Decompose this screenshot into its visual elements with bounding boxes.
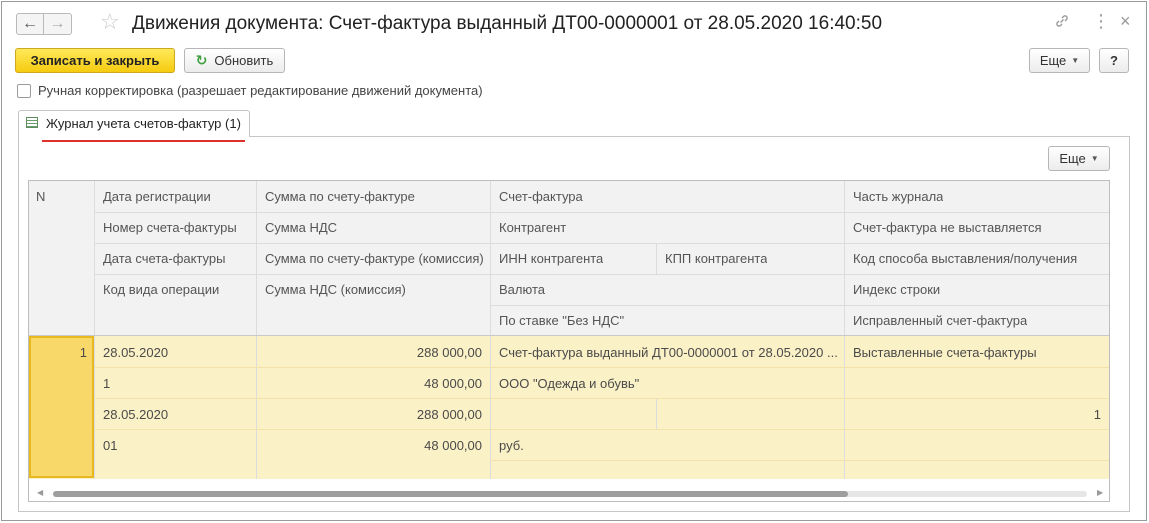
refresh-button[interactable]: ↻ Обновить	[184, 48, 285, 73]
scroll-left-icon[interactable]: ◀	[37, 488, 43, 497]
cell-invoice[interactable]: Счет-фактура выданный ДТ00-0000001 от 28…	[499, 345, 839, 360]
cell-registration-date[interactable]: 28.05.2020	[103, 345, 168, 360]
tab-active-underline	[42, 140, 245, 142]
header-invoice-date[interactable]: Дата счета-фактуры	[103, 251, 225, 266]
tab-label: Журнал учета счетов-фактур (1)	[46, 116, 241, 131]
header-line-index[interactable]: Индекс строки	[853, 282, 940, 297]
arrow-right-icon: →	[49, 15, 66, 32]
cell-counterparty[interactable]: ООО "Одежда и обувь"	[499, 376, 639, 391]
header-not-issued[interactable]: Счет-фактура не выставляется	[853, 220, 1042, 235]
tab-invoice-journal[interactable]: Журнал учета счетов-фактур (1)	[18, 110, 250, 137]
chevron-down-icon: ▼	[1090, 154, 1099, 163]
refresh-label: Обновить	[214, 53, 274, 68]
header-corrected-invoice[interactable]: Исправленный счет-фактура	[853, 313, 1027, 328]
close-icon[interactable]: ×	[1120, 11, 1131, 32]
cell-currency[interactable]: руб.	[499, 438, 524, 453]
cell-n[interactable]: 1	[29, 345, 87, 360]
title-bar: ← → ☆ Движения документа: Счет-фактура в…	[2, 2, 1146, 44]
cell-invoice-number[interactable]: 1	[103, 376, 110, 391]
header-issue-method-code[interactable]: Код способа выставления/получения	[853, 251, 1077, 266]
refresh-icon: ↻	[195, 52, 208, 68]
link-icon[interactable]	[1054, 13, 1070, 34]
table-more-menu-button[interactable]: Еще ▼	[1048, 146, 1110, 171]
header-journal-part[interactable]: Часть журнала	[853, 189, 943, 204]
more-menu-button[interactable]: Еще ▼	[1029, 48, 1090, 73]
cell-invoice-date[interactable]: 28.05.2020	[103, 407, 168, 422]
window-title: Движения документа: Счет-фактура выданны…	[132, 13, 883, 34]
forward-button[interactable]: →	[44, 13, 72, 35]
back-button[interactable]: ←	[16, 13, 44, 35]
header-vat-sum[interactable]: Сумма НДС	[265, 220, 337, 235]
header-operation-code[interactable]: Код вида операции	[103, 282, 219, 297]
favorite-star-icon[interactable]: ☆	[100, 9, 120, 35]
manual-edit-label[interactable]: Ручная корректировка (разрешает редактир…	[38, 83, 483, 98]
header-counterparty[interactable]: Контрагент	[499, 220, 566, 235]
header-invoice-number[interactable]: Номер счета-фактуры	[103, 220, 237, 235]
header-n[interactable]: N	[36, 189, 45, 204]
more-label: Еще	[1059, 151, 1086, 166]
journal-table[interactable]: N Дата регистрации Номер счета-фактуры Д…	[28, 180, 1110, 502]
header-currency[interactable]: Валюта	[499, 282, 545, 297]
header-invoice[interactable]: Счет-фактура	[499, 189, 583, 204]
header-counterparty-kpp[interactable]: КПП контрагента	[665, 251, 767, 266]
scroll-thumb[interactable]	[53, 491, 848, 497]
header-counterparty-inn[interactable]: ИНН контрагента	[499, 251, 603, 266]
header-no-vat-rate[interactable]: По ставке "Без НДС"	[499, 313, 624, 328]
cell-vat-sum[interactable]: 48 000,00	[265, 376, 482, 391]
save-and-close-button[interactable]: Записать и закрыть	[15, 48, 175, 73]
arrow-left-icon: ←	[22, 15, 38, 32]
more-vertical-icon[interactable]: ⋮	[1092, 11, 1110, 32]
header-invoice-sum[interactable]: Сумма по счету-фактуре	[265, 189, 415, 204]
manual-edit-checkbox[interactable]	[17, 84, 31, 98]
cell-invoice-sum-commission[interactable]: 288 000,00	[265, 407, 482, 422]
chevron-down-icon: ▼	[1071, 56, 1080, 65]
header-invoice-sum-commission[interactable]: Сумма по счету-фактуре (комиссия)	[265, 251, 484, 266]
cell-vat-commission[interactable]: 48 000,00	[265, 438, 482, 453]
table-icon	[26, 117, 38, 128]
cell-issue-method-code[interactable]: 1	[853, 407, 1101, 422]
horizontal-scrollbar[interactable]: ◀ ▶	[29, 486, 1109, 501]
document-movements-window: ← → ☆ Движения документа: Счет-фактура в…	[1, 1, 1147, 521]
scroll-right-icon[interactable]: ▶	[1097, 488, 1103, 497]
more-label: Еще	[1039, 53, 1067, 68]
header-vat-commission[interactable]: Сумма НДС (комиссия)	[265, 282, 406, 297]
cell-journal-part[interactable]: Выставленные счета-фактуры	[853, 345, 1037, 360]
cell-invoice-sum[interactable]: 288 000,00	[265, 345, 482, 360]
header-registration-date[interactable]: Дата регистрации	[103, 189, 211, 204]
help-button[interactable]: ?	[1099, 48, 1129, 73]
cell-operation-code[interactable]: 01	[103, 438, 117, 453]
